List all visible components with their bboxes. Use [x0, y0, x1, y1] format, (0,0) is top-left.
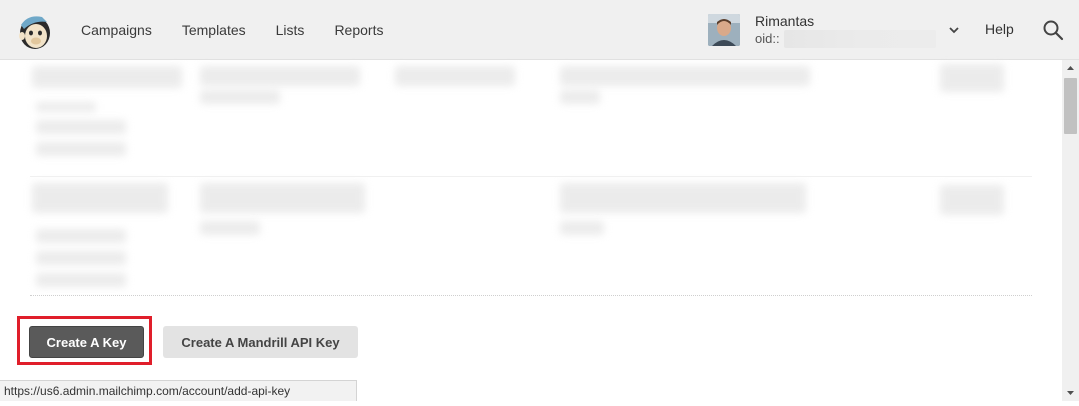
account-menu[interactable]: Rimantas oid::	[708, 13, 937, 48]
create-mandrill-key-button[interactable]: Create A Mandrill API Key	[163, 326, 358, 358]
help-link[interactable]: Help	[985, 21, 1014, 37]
nav-templates[interactable]: Templates	[182, 22, 246, 38]
account-id: oid::	[755, 29, 937, 48]
list-divider	[30, 295, 1032, 296]
avatar	[708, 14, 740, 46]
search-icon[interactable]	[1042, 19, 1064, 41]
api-key-row-redacted	[30, 60, 1032, 175]
top-nav-bar: Campaigns Templates Lists Reports Rimant…	[0, 0, 1079, 60]
mailchimp-logo-icon[interactable]	[14, 11, 56, 53]
browser-status-url: https://us6.admin.mailchimp.com/account/…	[0, 380, 357, 401]
scroll-down-arrow-icon[interactable]	[1062, 384, 1079, 401]
create-key-button[interactable]: Create A Key	[29, 326, 144, 358]
account-id-prefix: oid::	[755, 30, 780, 46]
vertical-scrollbar[interactable]	[1062, 60, 1079, 401]
api-key-row-redacted	[30, 176, 1032, 296]
scroll-thumb[interactable]	[1064, 78, 1077, 134]
chevron-down-icon[interactable]	[947, 23, 961, 37]
nav-campaigns[interactable]: Campaigns	[81, 22, 152, 38]
redacted-account-id	[783, 29, 936, 48]
account-info: Rimantas oid::	[755, 13, 937, 48]
account-name: Rimantas	[755, 12, 815, 29]
nav-reports[interactable]: Reports	[334, 22, 383, 38]
nav-lists[interactable]: Lists	[276, 22, 305, 38]
main-nav: Campaigns Templates Lists Reports	[81, 0, 413, 60]
scroll-up-arrow-icon[interactable]	[1062, 60, 1079, 77]
